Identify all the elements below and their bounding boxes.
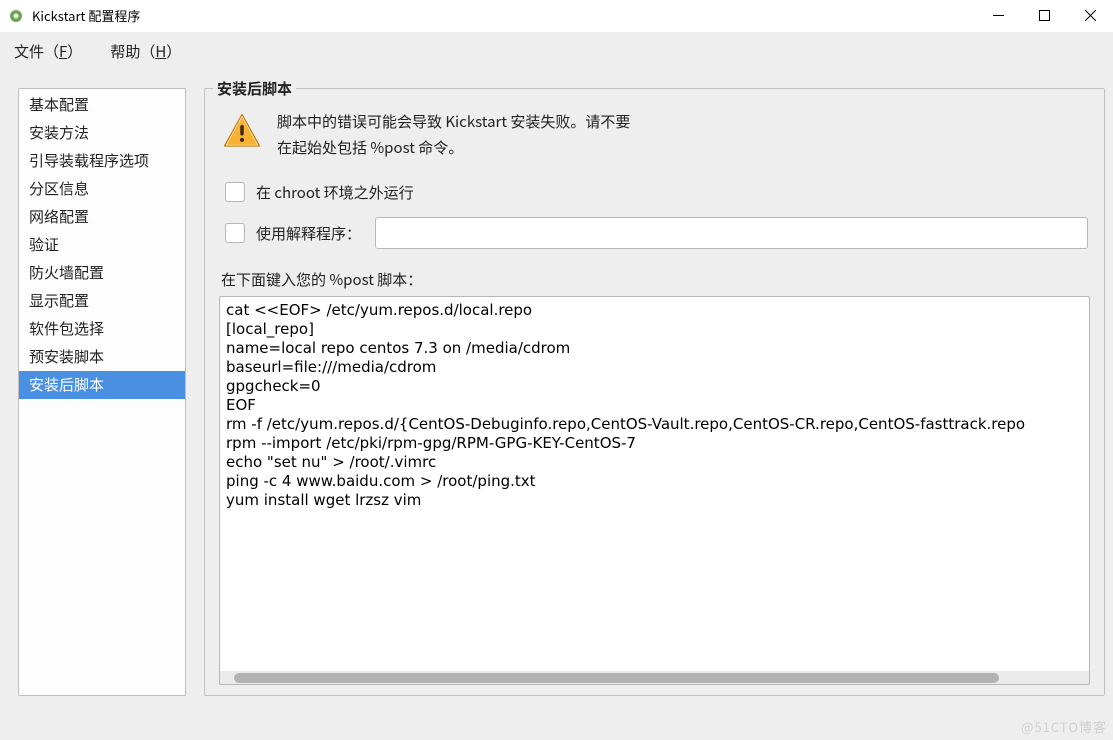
- menu-file[interactable]: 文件（F）: [14, 41, 82, 62]
- maximize-button[interactable]: [1021, 1, 1067, 31]
- sidebar-item-label: 网络配置: [29, 206, 89, 227]
- warning-line2: 在起始处包括 %post 命令。: [277, 135, 630, 161]
- sidebar-item-packages[interactable]: 软件包选择: [19, 315, 185, 343]
- window-title: Kickstart 配置程序: [32, 6, 140, 25]
- sidebar-item-label: 引导装载程序选项: [29, 150, 149, 171]
- sidebar-item-basic[interactable]: 基本配置: [19, 91, 185, 119]
- main-layout: 基本配置 安装方法 引导装载程序选项 分区信息 网络配置 验证 防火墙配置 显示…: [0, 70, 1113, 740]
- sidebar-item-bootloader[interactable]: 引导装载程序选项: [19, 147, 185, 175]
- title-bar: Kickstart 配置程序: [0, 0, 1113, 32]
- warning-text: 脚本中的错误可能会导致 Kickstart 安装失败。请不要 在起始处包括 %p…: [277, 109, 630, 161]
- post-script-textarea[interactable]: [219, 296, 1090, 671]
- sidebar-item-label: 安装方法: [29, 122, 89, 143]
- script-wrap: [219, 296, 1090, 685]
- warning-row: 脚本中的错误可能会导致 Kickstart 安装失败。请不要 在起始处包括 %p…: [219, 105, 1090, 173]
- sidebar-item-partition[interactable]: 分区信息: [19, 175, 185, 203]
- scrollbar-thumb[interactable]: [234, 673, 999, 683]
- menu-help[interactable]: 帮助（H）: [110, 41, 181, 62]
- sidebar-item-label: 预安装脚本: [29, 346, 104, 367]
- menu-bar: 文件（F） 帮助（H）: [0, 32, 1113, 70]
- warning-line1: 脚本中的错误可能会导致 Kickstart 安装失败。请不要: [277, 109, 630, 135]
- sidebar-item-label: 软件包选择: [29, 318, 104, 339]
- interpreter-input[interactable]: [375, 217, 1088, 249]
- close-button[interactable]: [1067, 1, 1113, 31]
- horizontal-scrollbar[interactable]: [219, 671, 1090, 685]
- minimize-button[interactable]: [975, 1, 1021, 31]
- chroot-row: 在 chroot 环境之外运行: [219, 173, 1090, 211]
- group-legend: 安装后脚本: [213, 78, 296, 99]
- sidebar: 基本配置 安装方法 引导装载程序选项 分区信息 网络配置 验证 防火墙配置 显示…: [18, 88, 186, 696]
- script-prompt: 在下面键入您的 %post 脚本：: [219, 255, 1090, 296]
- sidebar-item-firewall[interactable]: 防火墙配置: [19, 259, 185, 287]
- sidebar-item-label: 验证: [29, 234, 59, 255]
- client-area: 文件（F） 帮助（H） 基本配置 安装方法 引导装载程序选项 分区信息 网络配置…: [0, 32, 1113, 740]
- sidebar-item-label: 基本配置: [29, 94, 89, 115]
- chroot-label: 在 chroot 环境之外运行: [256, 182, 414, 203]
- sidebar-item-label: 分区信息: [29, 178, 89, 199]
- sidebar-item-label: 显示配置: [29, 290, 89, 311]
- app-icon: [8, 8, 24, 24]
- interpreter-label: 使用解释程序：: [256, 223, 361, 244]
- watermark: @51CTO博客: [1021, 717, 1107, 736]
- sidebar-item-install-method[interactable]: 安装方法: [19, 119, 185, 147]
- sidebar-item-network[interactable]: 网络配置: [19, 203, 185, 231]
- chroot-checkbox[interactable]: [225, 182, 245, 202]
- sidebar-item-label: 防火墙配置: [29, 262, 104, 283]
- sidebar-item-auth[interactable]: 验证: [19, 231, 185, 259]
- sidebar-item-post-script[interactable]: 安装后脚本: [19, 371, 185, 399]
- post-script-group: 安装后脚本 脚本中的错误可能会导致 Kickstart 安装失败。请不要 在起始…: [204, 88, 1105, 696]
- sidebar-item-label: 安装后脚本: [29, 374, 104, 395]
- sidebar-item-pre-script[interactable]: 预安装脚本: [19, 343, 185, 371]
- warning-icon: [221, 111, 263, 153]
- sidebar-item-display[interactable]: 显示配置: [19, 287, 185, 315]
- content-panel: 安装后脚本 脚本中的错误可能会导致 Kickstart 安装失败。请不要 在起始…: [204, 88, 1113, 696]
- interpreter-row: 使用解释程序：: [219, 211, 1090, 255]
- interpreter-checkbox[interactable]: [225, 223, 245, 243]
